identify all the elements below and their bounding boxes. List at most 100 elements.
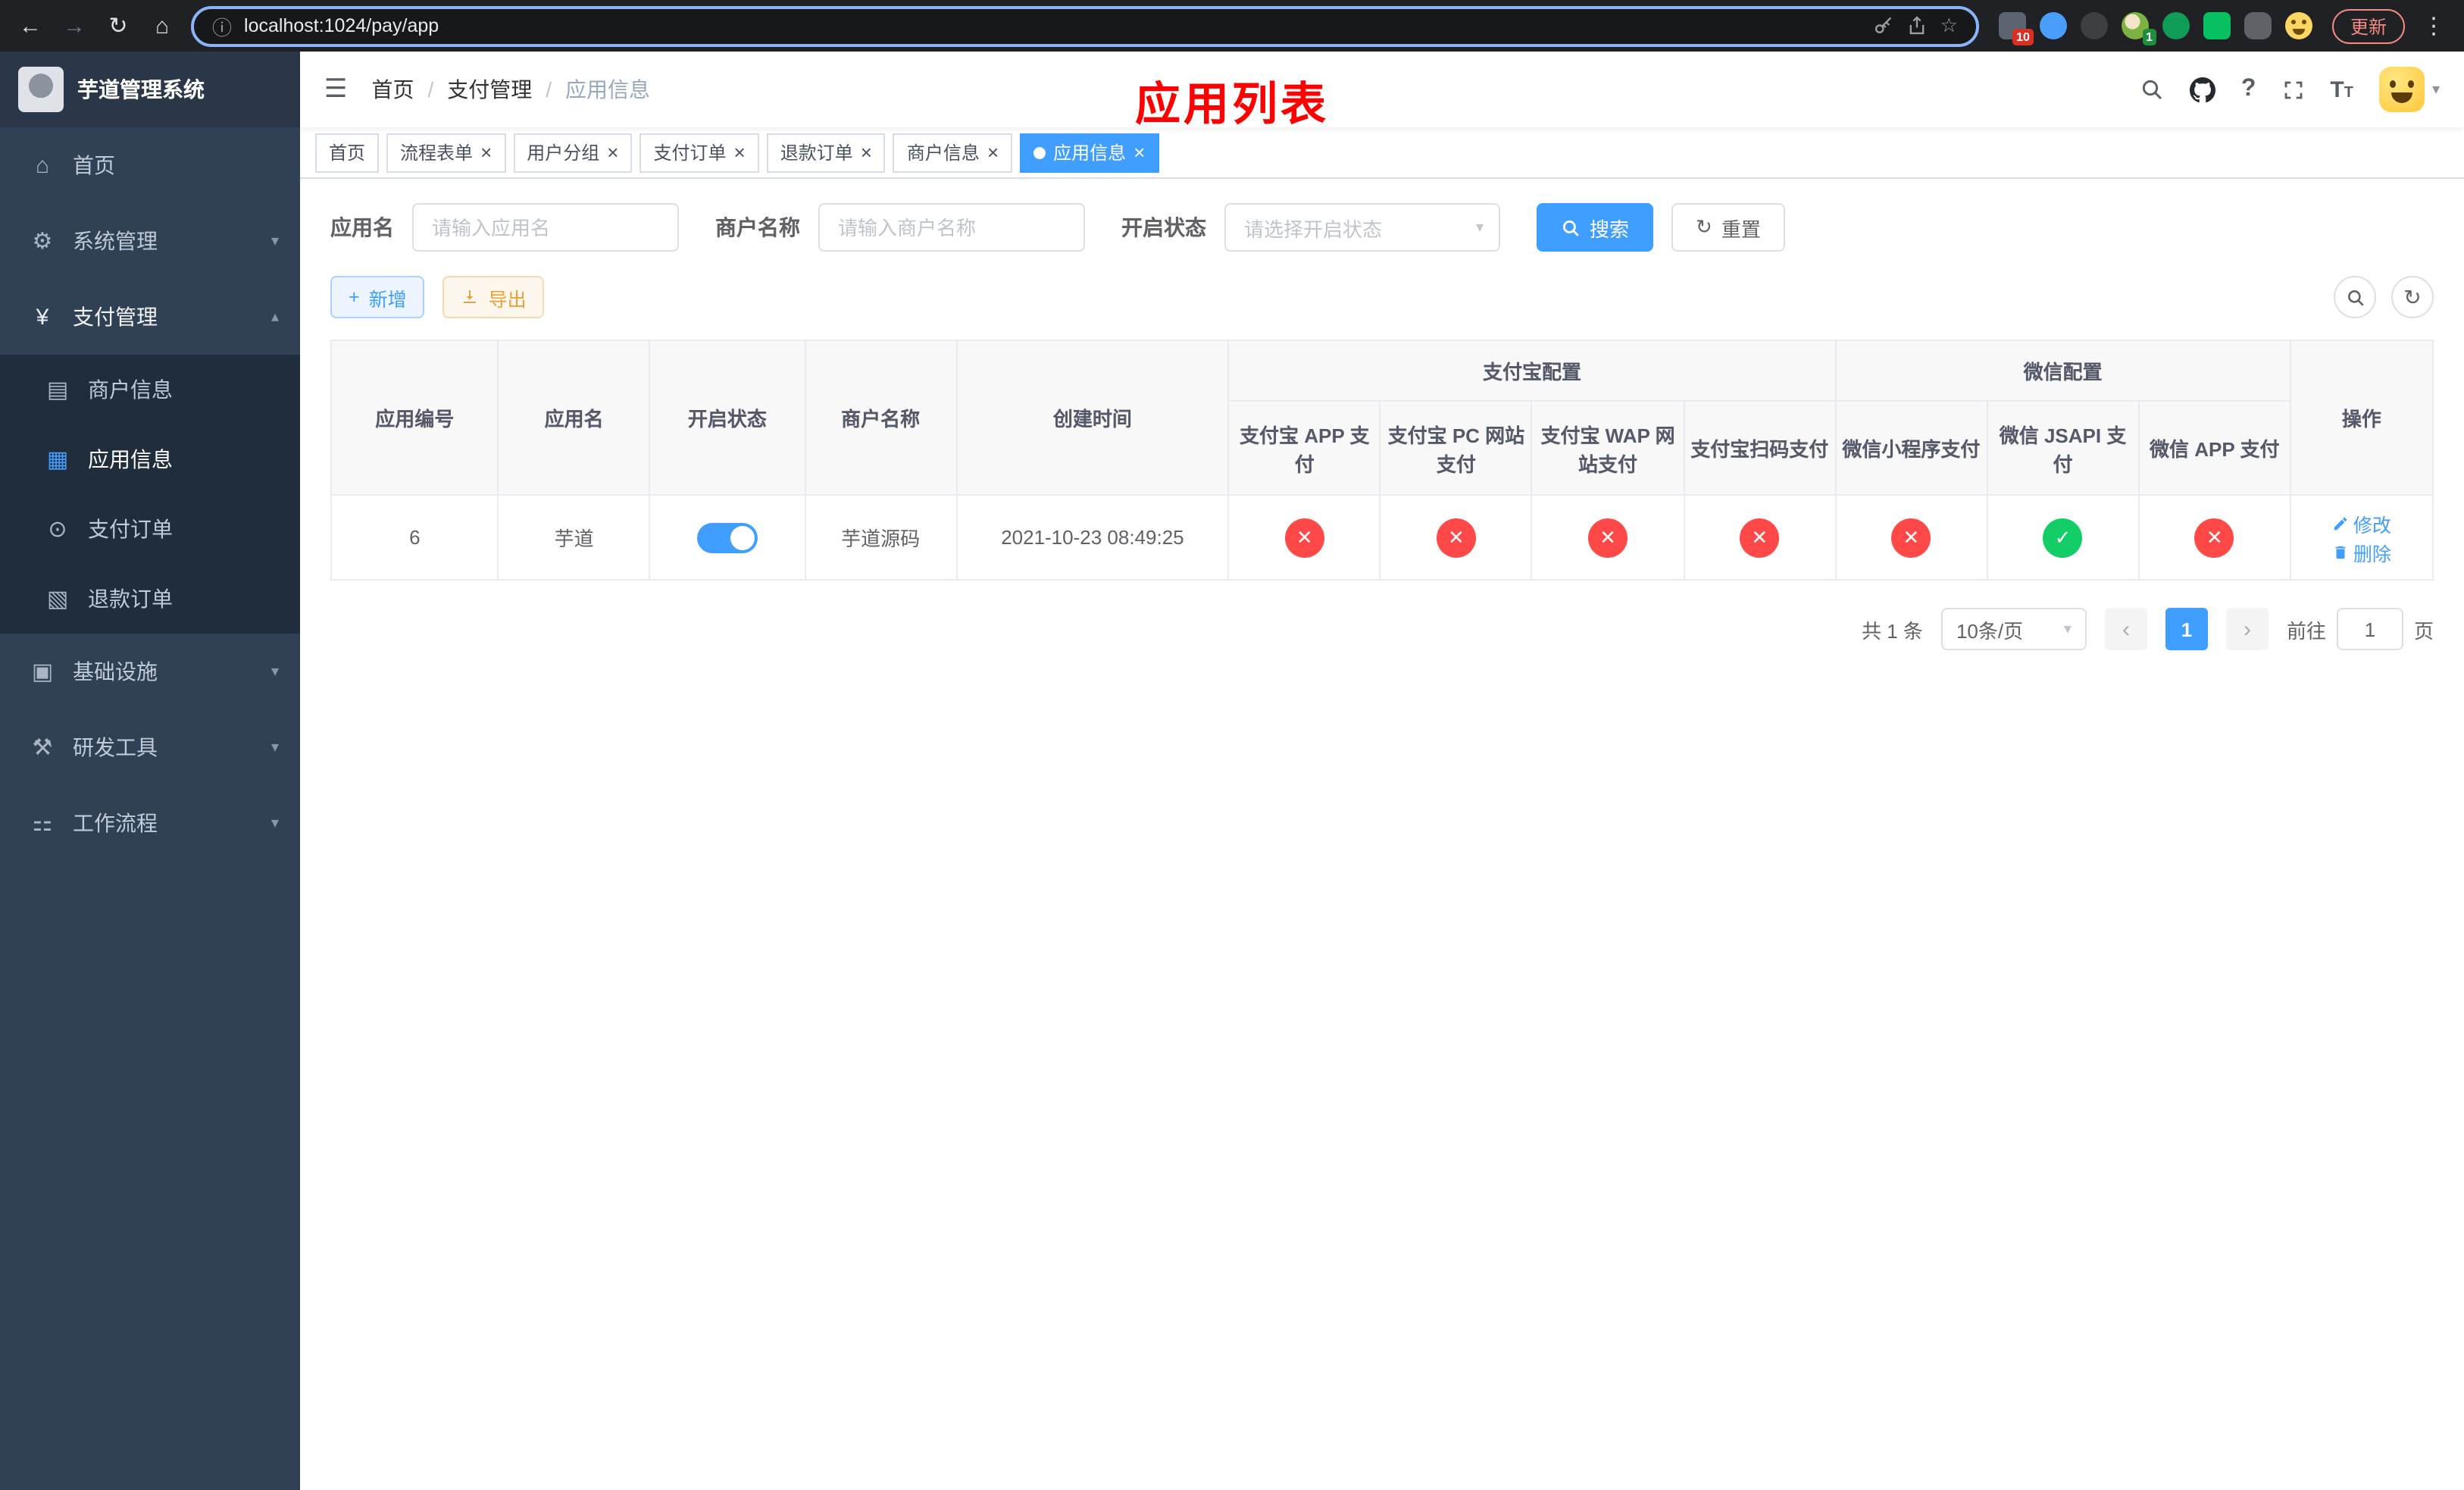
sidebar-item-app-info[interactable]: ▦ 应用信息 [0, 424, 300, 494]
extension-icon[interactable] [2080, 12, 2108, 39]
extension-icon[interactable]: 10 [1998, 12, 2034, 45]
sidebar-item-label: 商户信息 [88, 377, 173, 402]
browser-back-icon[interactable]: ← [15, 14, 45, 37]
sidebar-item-home[interactable]: ⌂ 首页 [0, 127, 300, 203]
extension-icon[interactable] [2162, 12, 2190, 39]
app-name-label: 应用名 [330, 215, 394, 239]
main-area: ☰ 首页 / 支付管理 / 应用信息 ? T T ▾ 应用列表 首页 流程表单 … [300, 52, 2464, 1490]
breadcrumb-home[interactable]: 首页 [372, 74, 414, 105]
tab-app-info[interactable]: 应用信息 × [1020, 133, 1159, 172]
breadcrumb-separator: / [427, 77, 434, 102]
trash-icon [2335, 545, 2346, 559]
plus-icon: + [349, 286, 360, 308]
sidebar-toggle-icon[interactable]: ☰ [324, 74, 348, 105]
help-icon[interactable]: ? [2241, 76, 2256, 103]
browser-reload-icon[interactable]: ↻ [103, 14, 133, 37]
status-select[interactable]: 请选择开启状态 ▾ [1224, 203, 1500, 252]
reset-button[interactable]: ↻ 重置 [1671, 203, 1785, 252]
alipay-app-status-icon: ✕ [1284, 518, 1324, 557]
top-navbar: ☰ 首页 / 支付管理 / 应用信息 ? T T ▾ [300, 52, 2464, 127]
grid-icon: ▦ [46, 447, 69, 473]
sidebar-item-infrastructure[interactable]: ▣ 基础设施 ▾ [0, 634, 300, 709]
status-select-placeholder: 请选择开启状态 [1244, 218, 1383, 240]
table-row: 6 芋道 芋道源码 2021-10-23 08:49:25 ✕ ✕ ✕ ✕ ✕ … [330, 494, 2434, 581]
chrome-update-button[interactable]: 更新 [2331, 8, 2405, 43]
sidebar-item-payment[interactable]: ¥ 支付管理 ▴ [0, 279, 300, 355]
tab-pay-orders[interactable]: 支付订单 × [639, 133, 759, 172]
extensions-puzzle-icon[interactable] [2244, 12, 2272, 39]
extensions-area: 10 1 [1998, 12, 2312, 45]
github-icon[interactable] [2189, 77, 2215, 102]
toggle-search-button[interactable] [2334, 276, 2376, 318]
sidebar-item-system[interactable]: ⚙ 系统管理 ▾ [0, 203, 300, 279]
tab-close-icon[interactable]: × [987, 142, 999, 162]
user-avatar[interactable]: ▾ [2378, 67, 2440, 112]
goto-page-input[interactable] [2336, 608, 2403, 650]
browser-home-icon[interactable]: ⌂ [147, 14, 177, 37]
navbar-tools: ? TT ▾ [2140, 67, 2440, 112]
tab-close-icon[interactable]: × [861, 142, 872, 162]
chevron-down-icon: ▾ [270, 739, 279, 756]
logo-avatar [18, 67, 64, 112]
cell-merchant: 芋道源码 [803, 494, 958, 581]
bookmark-star-icon[interactable]: ☆ [1940, 14, 1958, 38]
site-info-icon[interactable]: ⓘ [212, 11, 232, 40]
sidebar-logo[interactable]: 芋道管理系统 [0, 52, 300, 127]
tab-close-icon[interactable]: × [734, 142, 746, 162]
prev-page-button[interactable]: ‹ [2104, 608, 2147, 650]
sidebar-item-label: 退款订单 [88, 587, 173, 611]
sidebar-item-label: 支付管理 [73, 305, 158, 329]
export-button[interactable]: 导出 [442, 276, 545, 318]
sidebar-item-workflow[interactable]: ⚏ 工作流程 ▾ [0, 785, 300, 861]
app-name-input[interactable] [412, 203, 679, 252]
extension-icon[interactable] [2039, 12, 2067, 39]
extension-icon[interactable] [2203, 12, 2231, 39]
tab-merchant-info[interactable]: 商户信息 × [893, 133, 1013, 172]
password-key-icon[interactable] [1874, 15, 1895, 36]
refresh-table-button[interactable]: ↻ [2391, 276, 2434, 318]
sidebar-item-refund-orders[interactable]: ▧ 退款订单 [0, 564, 300, 634]
logo-title: 芋道管理系统 [77, 77, 205, 102]
share-icon[interactable] [1907, 15, 1928, 36]
browser-menu-icon[interactable]: ⋮ [2419, 14, 2449, 37]
page-title-annotation: 应用列表 [1135, 80, 1329, 130]
tab-close-icon[interactable]: × [480, 142, 492, 162]
sidebar-item-pay-orders[interactable]: ⊙ 支付订单 [0, 494, 300, 564]
goto-page: 前往 页 [2287, 608, 2434, 650]
font-size-icon[interactable]: TT [2330, 77, 2353, 102]
extension-badge: 10 [2012, 29, 2034, 45]
profile-avatar-icon[interactable] [2284, 12, 2312, 39]
search-icon[interactable] [2140, 77, 2164, 102]
tab-home[interactable]: 首页 [315, 133, 380, 172]
fullscreen-icon[interactable] [2281, 78, 2304, 101]
page-size-select[interactable]: 10条/页 ▾ [1940, 608, 2087, 650]
extension-icon[interactable]: 1 [2121, 12, 2156, 45]
status-toggle[interactable] [696, 522, 758, 552]
address-bar[interactable]: ⓘ localhost:1024/pay/app ☆ [191, 5, 1979, 46]
tab-refund-orders[interactable]: 退款订单 × [766, 133, 886, 172]
chevron-down-icon: ▾ [270, 663, 279, 680]
cell-created: 2021-10-23 08:49:25 [955, 494, 1230, 581]
sidebar-item-label: 基础设施 [73, 659, 158, 684]
search-button[interactable]: 搜索 [1537, 203, 1654, 252]
merchant-name-input[interactable] [818, 203, 1085, 252]
col-created: 创建时间 [955, 340, 1230, 496]
tab-close-icon[interactable]: × [607, 142, 618, 162]
sidebar-item-dev-tools[interactable]: ⚒ 研发工具 ▾ [0, 709, 300, 785]
avatar [2378, 67, 2425, 112]
sidebar-item-merchant-info[interactable]: ▤ 商户信息 [0, 355, 300, 424]
browser-forward-icon[interactable]: → [59, 14, 89, 37]
url-text[interactable]: localhost:1024/pay/app [244, 15, 1862, 36]
next-page-button[interactable]: › [2225, 608, 2269, 650]
browser-toolbar: ← → ↻ ⌂ ⓘ localhost:1024/pay/app ☆ 10 1 … [0, 0, 2464, 52]
tab-process-form[interactable]: 流程表单 × [386, 133, 506, 172]
sidebar: 芋道管理系统 ⌂ 首页 ⚙ 系统管理 ▾ ¥ 支付管理 ▴ ▤ 商户信息 ▦ 应… [0, 52, 300, 1490]
edit-link[interactable]: 修改 [2332, 509, 2391, 537]
select-arrow-icon: ▾ [2063, 621, 2072, 637]
delete-link[interactable]: 删除 [2332, 537, 2391, 566]
current-page-button[interactable]: 1 [2165, 608, 2208, 650]
add-button[interactable]: + 新增 [330, 276, 425, 318]
sidebar-item-label: 应用信息 [88, 447, 173, 471]
tab-user-group[interactable]: 用户分组 × [513, 133, 633, 172]
tab-close-icon[interactable]: × [1134, 142, 1145, 162]
